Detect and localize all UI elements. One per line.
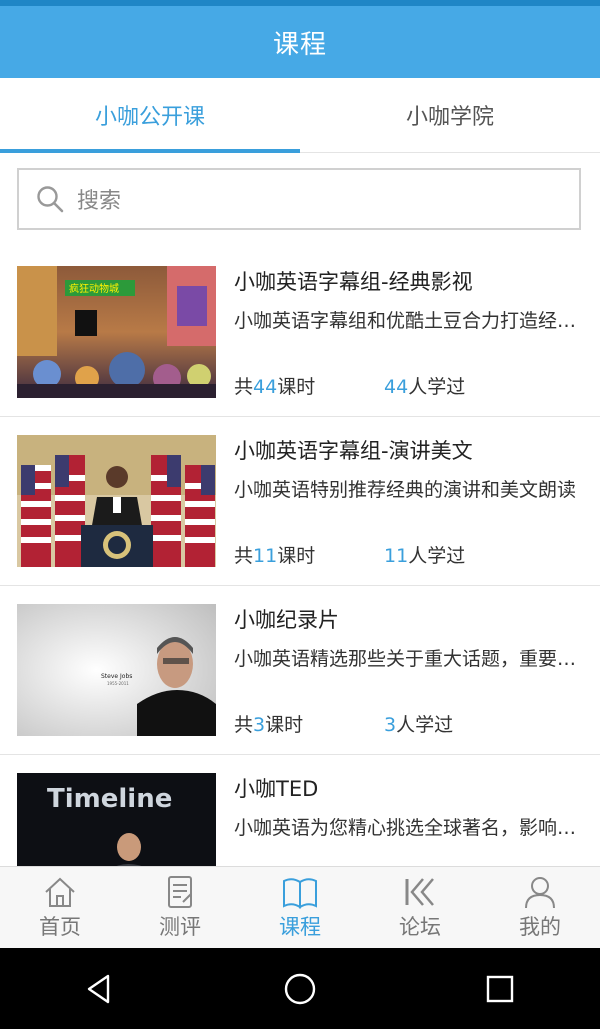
search-placeholder: 搜索 [77, 189, 122, 214]
thumbnail-timeline-text: Timeline [47, 784, 172, 814]
course-item[interactable]: 疯狂动物城 小咖英语字幕组-经典影视 小咖英语字幕组和优酷土豆合力打造经典影视 … [0, 248, 600, 417]
course-item[interactable]: Steve Jobs 1955-2011 小咖纪录片 小咖英语精选那些关于重大话… [0, 586, 600, 755]
thumbnail-name-text: Steve Jobs [101, 673, 132, 680]
course-description: 小咖英语字幕组和优酷土豆合力打造经典影视 [234, 310, 594, 332]
course-tabs: 小咖公开课 小咖学院 [0, 78, 600, 153]
course-thumbnail [17, 435, 216, 567]
course-item[interactable]: 小咖英语字幕组-演讲美文 小咖英语特别推荐经典的演讲和美文朗读 共11课时 11… [0, 417, 600, 586]
learner-count: 3人学过 [384, 714, 454, 736]
system-nav-bar [0, 948, 600, 1029]
tab-academy[interactable]: 小咖学院 [300, 78, 600, 152]
course-title: 小咖英语字幕组-演讲美文 [234, 439, 473, 463]
course-list: 疯狂动物城 小咖英语字幕组-经典影视 小咖英语字幕组和优酷土豆合力打造经典影视 … [0, 248, 600, 924]
recents-square-icon [486, 975, 514, 1002]
book-icon [283, 878, 317, 909]
tab-home-label: 首页 [39, 915, 81, 939]
tab-courses-label: 课程 [279, 915, 321, 939]
search-icon [37, 186, 64, 213]
learner-count: 11人学过 [384, 545, 466, 567]
forum-icon [405, 878, 434, 906]
course-title: 小咖纪录片 [234, 608, 339, 632]
back-triangle-icon [87, 974, 110, 1003]
course-description: 小咖英语精选那些关于重大话题，重要人物 [234, 648, 594, 670]
speech-thumbnail-image [17, 435, 216, 567]
documentary-thumbnail-image: Steve Jobs 1955-2011 [17, 604, 216, 736]
tab-assessment[interactable]: 测评 [120, 867, 240, 949]
tab-profile-label: 我的 [519, 915, 561, 939]
tab-courses[interactable]: 课程 [240, 867, 360, 949]
tab-forum-label: 论坛 [399, 915, 441, 939]
app-header: 课程 [0, 6, 600, 78]
back-button[interactable] [70, 959, 130, 1019]
assessment-icon [168, 876, 192, 908]
tab-label: 小咖公开课 [94, 105, 205, 130]
course-thumbnail: Steve Jobs 1955-2011 [17, 604, 216, 736]
profile-icon [525, 877, 555, 909]
home-button[interactable] [270, 959, 330, 1019]
thumbnail-years-text: 1955-2011 [107, 681, 129, 686]
course-title: 小咖TED [234, 777, 319, 801]
tab-home[interactable]: 首页 [0, 867, 120, 949]
learner-count: 44人学过 [384, 376, 466, 398]
zootopia-thumbnail-image: 疯狂动物城 [17, 266, 216, 398]
lesson-count: 共3课时 [234, 714, 304, 736]
course-thumbnail: 疯狂动物城 [17, 266, 216, 398]
tab-public-courses[interactable]: 小咖公开课 [0, 78, 300, 153]
lesson-count: 共11课时 [234, 545, 316, 567]
lesson-count: 共44课时 [234, 376, 316, 398]
thumbnail-sign-text: 疯狂动物城 [69, 282, 119, 295]
tab-assessment-label: 测评 [159, 915, 201, 939]
tab-profile[interactable]: 我的 [480, 867, 600, 949]
page-title: 课程 [272, 29, 327, 60]
home-icon [45, 877, 75, 907]
bottom-tab-bar: 首页 测评 课程 论坛 我的 [0, 866, 600, 949]
recents-button[interactable] [470, 959, 530, 1019]
course-description: 小咖英语为您精心挑选全球著名，影响力大的演讲 [234, 817, 594, 839]
tab-label: 小咖学院 [405, 105, 494, 130]
course-title: 小咖英语字幕组-经典影视 [234, 270, 473, 294]
home-circle-icon [284, 973, 316, 1004]
search-input[interactable]: 搜索 [17, 168, 581, 230]
tab-forum[interactable]: 论坛 [360, 867, 480, 949]
course-description: 小咖英语特别推荐经典的演讲和美文朗读 [234, 479, 577, 501]
